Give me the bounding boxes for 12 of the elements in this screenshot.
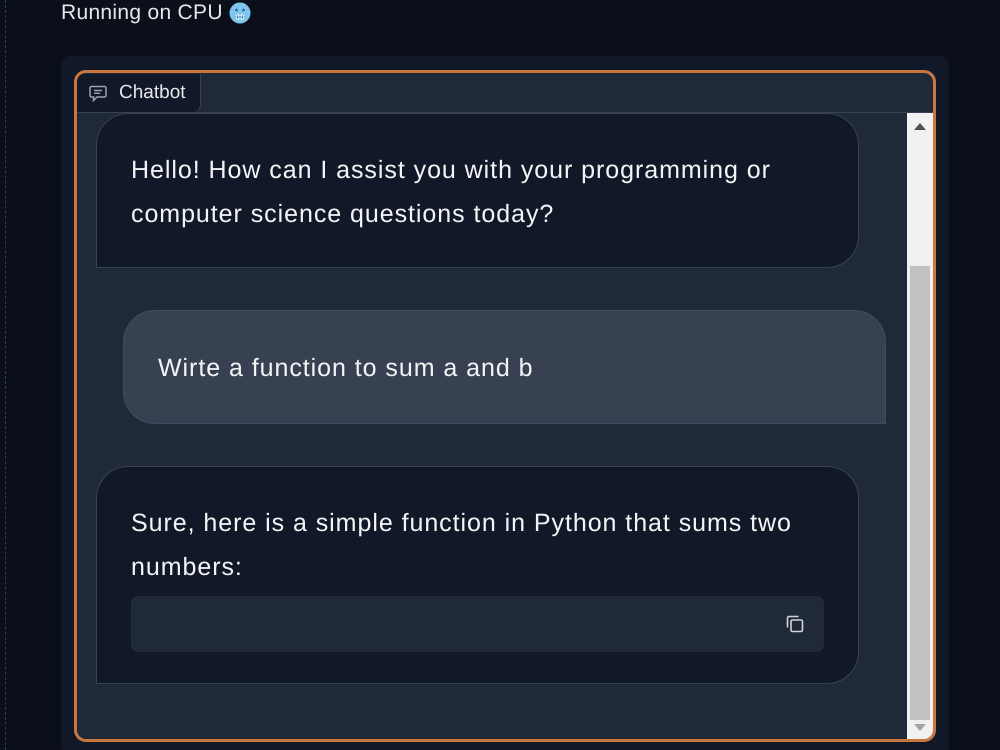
emoji-face-icon bbox=[228, 2, 251, 24]
scroll-down-icon[interactable] bbox=[914, 724, 926, 731]
message-text: Sure, here is a simple function in Python that sums two numbers: bbox=[131, 508, 793, 583]
chat-icon bbox=[89, 84, 107, 102]
message-text: Wirte a function to sum a and b bbox=[158, 353, 534, 384]
message-text: Hello! How can I assist you with your programming or computer science questions today? bbox=[131, 155, 772, 230]
status-text: Running on CPU bbox=[61, 2, 223, 24]
chatbot-title: Chatbot bbox=[119, 80, 186, 105]
copy-icon[interactable] bbox=[786, 615, 804, 633]
scroll-up-icon[interactable] bbox=[914, 123, 926, 130]
scrollbar-track[interactable] bbox=[907, 113, 933, 739]
scrollbar-thumb[interactable] bbox=[910, 266, 930, 720]
